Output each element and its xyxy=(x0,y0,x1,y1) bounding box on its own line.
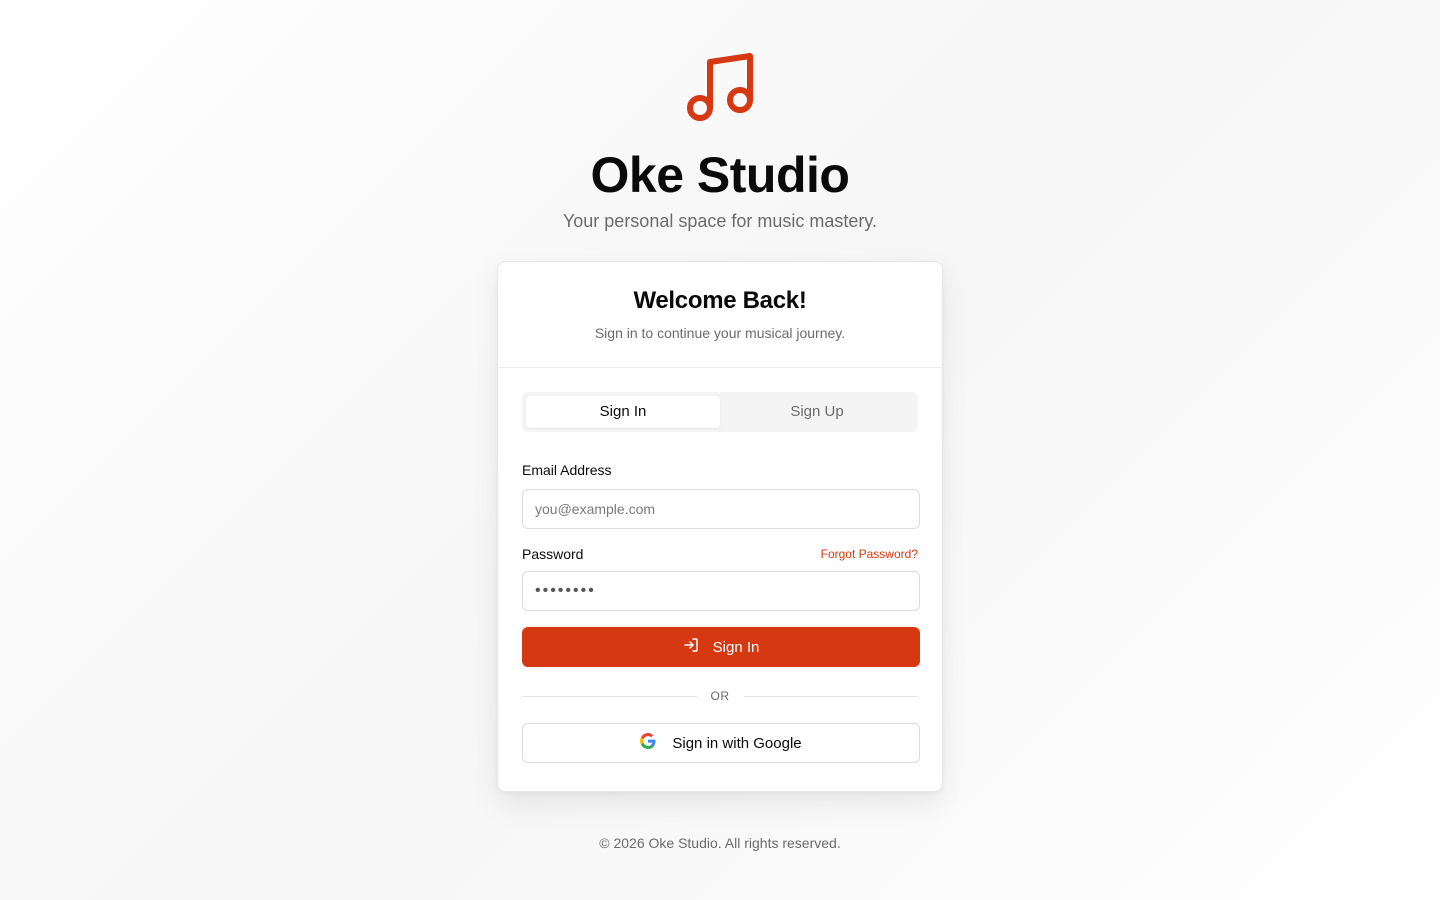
footer-copyright: © 2026 Oke Studio. All rights reserved. xyxy=(599,835,841,851)
card-header: Welcome Back! Sign in to continue your m… xyxy=(498,262,942,368)
sign-in-button-label: Sign In xyxy=(712,638,760,656)
login-card: Welcome Back! Sign in to continue your m… xyxy=(497,261,943,792)
google-icon xyxy=(640,733,656,753)
email-field[interactable] xyxy=(522,489,920,529)
password-label: Password xyxy=(522,546,584,562)
app-title: Oke Studio xyxy=(590,147,850,203)
card-title: Welcome Back! xyxy=(633,287,807,314)
card-subtitle: Sign in to continue your musical journey… xyxy=(594,325,846,341)
forgot-password-link[interactable]: Forgot Password? xyxy=(821,547,918,561)
sign-in-button[interactable]: Sign In xyxy=(522,627,920,667)
email-label: Email Address xyxy=(522,462,612,478)
card-body: Sign In Sign Up Email Address Password F… xyxy=(498,368,942,763)
sign-in-icon xyxy=(683,637,699,657)
divider-line-left xyxy=(522,695,697,697)
music-note-icon xyxy=(684,52,756,124)
divider-line-right xyxy=(743,695,918,697)
auth-tabs: Sign In Sign Up xyxy=(522,392,918,432)
google-sign-in-button[interactable]: Sign in with Google xyxy=(522,723,920,763)
or-divider: OR xyxy=(522,689,918,703)
tab-sign-up[interactable]: Sign Up xyxy=(720,396,914,428)
app-subtitle: Your personal space for music mastery. xyxy=(562,211,878,231)
password-field[interactable] xyxy=(522,571,920,611)
divider-text: OR xyxy=(710,689,730,703)
tab-sign-in[interactable]: Sign In xyxy=(526,396,720,428)
google-button-label: Sign in with Google xyxy=(672,734,802,752)
brand-header: Oke Studio Your personal space for music… xyxy=(0,52,1440,233)
